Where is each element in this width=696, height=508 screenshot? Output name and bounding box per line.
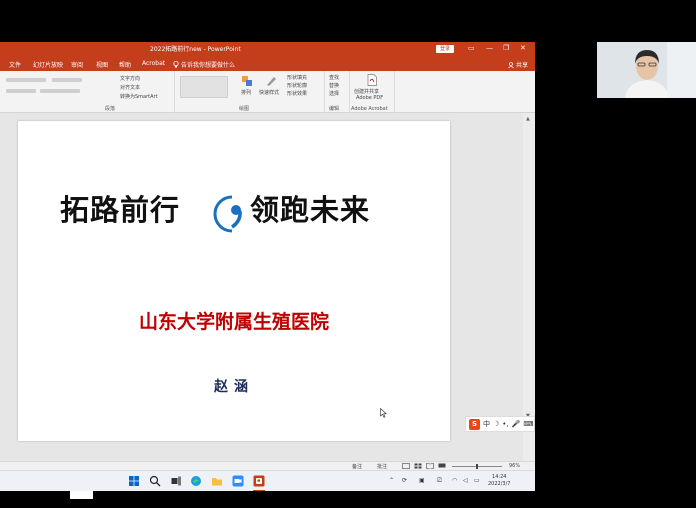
shape-effects-button[interactable]: 形状效果 [287,90,307,97]
tab-view[interactable]: 视图 [96,60,108,69]
group-label-paragraph: 段落 [105,106,116,112]
close-button[interactable]: ✕ [520,44,526,53]
active-app-indicator [253,490,265,491]
slogan-left: 拓路前行 [60,193,181,227]
ribbon-group-acrobat: 创建并共享 Adobe PDF Adobe Acrobat [350,71,395,113]
slide-canvas[interactable]: 拓路前行 领跑未来 山东大学附属生殖医院 赵涵 [18,121,450,441]
task-view-icon[interactable] [170,475,182,487]
moon-icon[interactable]: ☽ [493,420,499,428]
person-icon [508,61,514,68]
webcam-thumbnail[interactable] [597,42,696,98]
ribbon: 文字方向 对齐文本 转换为SmartArt 段落 排列 快速样式 形状填充 形状… [0,71,535,113]
tell-me-search[interactable]: 告诉我你想要做什么 [173,60,235,69]
sogou-logo-icon: S [469,418,480,430]
battery-icon[interactable]: ▭ [474,477,480,484]
adobe-pdf-label: Adobe PDF [356,95,384,101]
edge-browser-icon[interactable] [190,475,202,487]
convert-smartart-button[interactable]: 转换为SmartArt [120,93,158,100]
quick-styles-button[interactable]: 快速样式 [259,89,279,96]
meeting-app-icon[interactable] [232,475,244,487]
ribbon-group-paragraph: 文字方向 对齐文本 转换为SmartArt 段落 [0,71,175,113]
ribbon-display-icon[interactable]: ▭ [468,44,475,53]
spacing-controls[interactable] [40,89,80,93]
ribbon-group-editing: 查找 替换 选择 编辑 [325,71,350,113]
presenter-name: 赵涵 [214,379,254,395]
punctuation-icon[interactable]: •, [502,420,508,428]
slogan-right: 领跑未来 [250,193,371,227]
search-icon[interactable] [149,475,161,487]
powerpoint-app-icon[interactable] [253,475,265,487]
share-label: 共享 [516,62,529,69]
microphone-icon[interactable]: ⎚ [437,477,442,485]
minimize-button[interactable]: — [486,44,493,53]
lightbulb-icon [173,61,179,68]
ime-toolbar[interactable]: S 中 ☽ •, 🎤 ⌨ [465,416,535,432]
zoom-slider-thumb[interactable] [476,464,478,469]
arrange-icon [242,76,252,86]
tab-file[interactable]: 文件 [9,60,21,69]
system-clock[interactable]: 14:24 2022/3/7 [488,474,510,488]
align-controls[interactable] [6,89,36,93]
group-label-acrobat: Adobe Acrobat [351,106,388,112]
volume-icon[interactable]: ◁ [463,477,468,484]
ribbon-tabs: 文件 幻灯片放映 审阅 视图 帮助 Acrobat 告诉我你想要做什么 共享 [0,56,535,71]
create-share-button[interactable]: 创建并共享 [354,88,379,95]
find-button[interactable]: 查找 [329,74,339,81]
title-bar: 2022拓路前行new - PowerPoint 登录 ▭ — ❐ ✕ [0,42,535,56]
chevron-up-icon[interactable]: ⌃ [389,477,394,484]
clock-time: 14:24 [492,474,507,480]
bottom-overlay [70,491,93,499]
comma-logo-icon [213,195,242,233]
shared-screen: 2022拓路前行new - PowerPoint 登录 ▭ — ❐ ✕ 文件 幻… [0,42,535,491]
shape-fill-button[interactable]: 形状填充 [287,74,307,81]
share-button[interactable]: 共享 [508,60,528,69]
hospital-name: 山东大学附属生殖医院 [138,311,329,333]
sorter-view-icon[interactable] [414,463,422,469]
wifi-icon[interactable]: ◠ [452,477,457,484]
vertical-scrollbar[interactable]: ▲ ▼ [523,113,535,461]
group-label-drawing: 绘图 [239,106,250,112]
status-bar: 备注 批注 96% [0,461,535,470]
comments-button[interactable]: 批注 [377,463,387,470]
tab-slideshow[interactable]: 幻灯片放映 [33,60,63,69]
quick-styles-icon [267,77,276,86]
shape-outline-button[interactable]: 形状轮廓 [287,82,307,89]
window-title: 2022拓路前行new - PowerPoint [150,46,241,53]
app-tray-icon[interactable]: ▣ [419,477,425,484]
indent-controls[interactable] [52,78,82,82]
mic-icon[interactable]: 🎤 [512,420,521,428]
clock-date: 2022/3/7 [488,481,511,487]
tell-me-text: 告诉我你想要做什么 [181,62,236,69]
tab-acrobat[interactable]: Acrobat [142,60,165,67]
slide-editor: 拓路前行 领跑未来 山东大学附属生殖医院 赵涵 ▲ ▼ S 中 ☽ •, 🎤 ⌨ [0,113,535,461]
select-button[interactable]: 选择 [329,90,339,97]
file-explorer-icon[interactable] [211,475,223,487]
ribbon-group-drawing: 排列 快速样式 形状填充 形状轮廓 形状效果 绘图 [175,71,325,113]
scroll-up-icon[interactable]: ▲ [526,116,530,122]
notes-button[interactable]: 备注 [352,463,362,470]
windows-taskbar: ⌃ ⟳ ▣ ⎚ ◠ ◁ ▭ 14:24 2022/3/7 [0,470,535,491]
replace-button[interactable]: 替换 [329,82,339,89]
ime-mode[interactable]: 中 [483,419,490,429]
signin-button[interactable]: 登录 [436,45,455,53]
shapes-gallery[interactable] [180,76,228,98]
align-text-button[interactable]: 对齐文本 [120,84,140,91]
reading-view-icon[interactable] [426,463,434,469]
mouse-cursor-icon [380,408,387,418]
text-direction-button[interactable]: 文字方向 [120,75,140,82]
windows-start-icon[interactable] [128,475,140,487]
normal-view-icon[interactable] [402,463,410,469]
slideshow-view-icon[interactable] [438,463,446,469]
arrange-button[interactable]: 排列 [241,89,251,96]
maximize-button[interactable]: ❐ [503,44,509,53]
tab-review[interactable]: 审阅 [71,60,83,69]
zoom-level[interactable]: 96% [509,463,520,469]
keyboard-icon[interactable]: ⌨ [523,420,533,428]
participant-video [597,42,696,98]
group-label-editing: 编辑 [329,106,340,112]
tab-help[interactable]: 帮助 [119,60,131,69]
pdf-document-icon [367,74,377,86]
sync-icon[interactable]: ⟳ [402,477,407,484]
bullet-controls[interactable] [6,78,46,82]
